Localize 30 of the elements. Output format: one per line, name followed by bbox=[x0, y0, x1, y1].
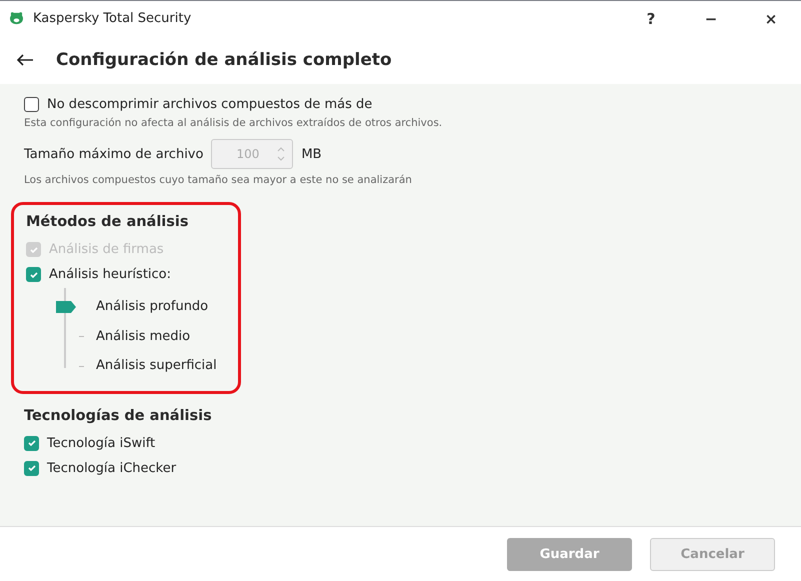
checkbox[interactable] bbox=[24, 97, 39, 112]
checkbox-label: Análisis de firmas bbox=[49, 242, 164, 257]
check-icon bbox=[28, 270, 38, 280]
level-label[interactable]: Análisis superficial bbox=[96, 358, 217, 374]
level-label[interactable]: Análisis medio bbox=[96, 328, 190, 344]
checkbox[interactable] bbox=[24, 436, 39, 450]
unit-label: MB bbox=[301, 146, 322, 162]
checkbox-label: No descomprimir archivos compuestos de más de bbox=[47, 97, 372, 112]
close-button[interactable]: × bbox=[741, 1, 801, 36]
checkbox[interactable] bbox=[24, 460, 39, 476]
check-icon bbox=[28, 244, 38, 254]
section-heading: Tecnologías de análisis bbox=[24, 408, 212, 424]
level-label[interactable]: Análisis profundo bbox=[96, 299, 208, 314]
check-icon bbox=[26, 438, 36, 448]
hint-text: Los archivos compuestos cuyo tamaño sea mayor a este no se analizarán bbox=[24, 174, 412, 186]
check-icon bbox=[26, 463, 36, 473]
size-label: Tamaño máximo de archivo bbox=[24, 146, 204, 162]
back-arrow-icon[interactable] bbox=[16, 54, 34, 66]
checkbox-label: Tecnología iChecker bbox=[47, 460, 176, 476]
checkbox[interactable] bbox=[26, 267, 41, 282]
help-button[interactable]: ? bbox=[621, 1, 681, 36]
slider-thumb[interactable] bbox=[56, 300, 76, 313]
minimize-button[interactable]: − bbox=[681, 1, 741, 36]
note-text: Esta configuración no afecta al análisis de archivos extraídos de otros archivos. bbox=[24, 117, 442, 129]
checkbox-label: Tecnología iSwift bbox=[47, 436, 156, 450]
window-title: Kaspersky Total Security bbox=[33, 11, 192, 26]
page-title: Configuración de análisis completo bbox=[56, 50, 392, 70]
checkbox-label: Análisis heurístico: bbox=[49, 267, 172, 282]
bear-logo-icon bbox=[9, 12, 24, 25]
section-heading: Métodos de análisis bbox=[26, 214, 190, 230]
